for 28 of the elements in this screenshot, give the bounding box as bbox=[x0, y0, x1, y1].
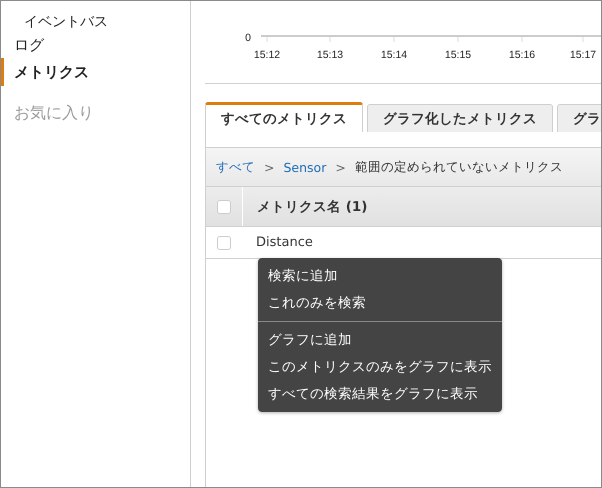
x-tick-label: 15:16 bbox=[508, 49, 536, 61]
menu-item[interactable]: グラフに追加 bbox=[258, 327, 502, 354]
x-tick-label: 15:13 bbox=[316, 49, 344, 61]
x-tick-label: 15:15 bbox=[444, 49, 472, 61]
tab[interactable]: グラ bbox=[557, 104, 601, 132]
x-tick-label: 15:14 bbox=[380, 49, 408, 61]
sidebar-item[interactable]: メトリクス bbox=[1, 58, 89, 86]
column-header[interactable]: メトリクス名 (1) bbox=[243, 198, 368, 216]
sidebar-heading: お気に入り bbox=[13, 102, 94, 124]
menu-item[interactable]: すべての検索結果をグラフに表示 bbox=[258, 381, 502, 408]
menu-item[interactable]: このメトリクスのみをグラフに表示 bbox=[258, 354, 502, 381]
tab[interactable]: グラフ化したメトリクス bbox=[367, 104, 553, 132]
breadcrumb-separator: > bbox=[264, 160, 274, 174]
sidebar-item[interactable]: ログ bbox=[1, 33, 44, 58]
checkbox[interactable] bbox=[217, 200, 231, 214]
x-tick-label: 15:17 bbox=[570, 49, 596, 61]
breadcrumb-current: 範囲の定められていないメトリクス bbox=[354, 158, 563, 176]
sidebar-item[interactable]: イベントバス bbox=[1, 11, 108, 33]
y-tick-label: 0 bbox=[245, 32, 251, 44]
tab[interactable]: すべてのメトリクス bbox=[205, 102, 363, 132]
breadcrumb-link[interactable]: すべて bbox=[216, 158, 255, 176]
checkbox[interactable] bbox=[217, 236, 231, 250]
x-tick-label: 15:12 bbox=[254, 49, 280, 61]
breadcrumb-link[interactable]: Sensor bbox=[283, 160, 326, 174]
table-cell-text: Distance bbox=[255, 235, 313, 250]
breadcrumb-separator: > bbox=[335, 160, 346, 174]
menu-item[interactable]: 検索に追加 bbox=[258, 263, 502, 290]
menu-item[interactable]: これのみを検索 bbox=[258, 290, 502, 317]
